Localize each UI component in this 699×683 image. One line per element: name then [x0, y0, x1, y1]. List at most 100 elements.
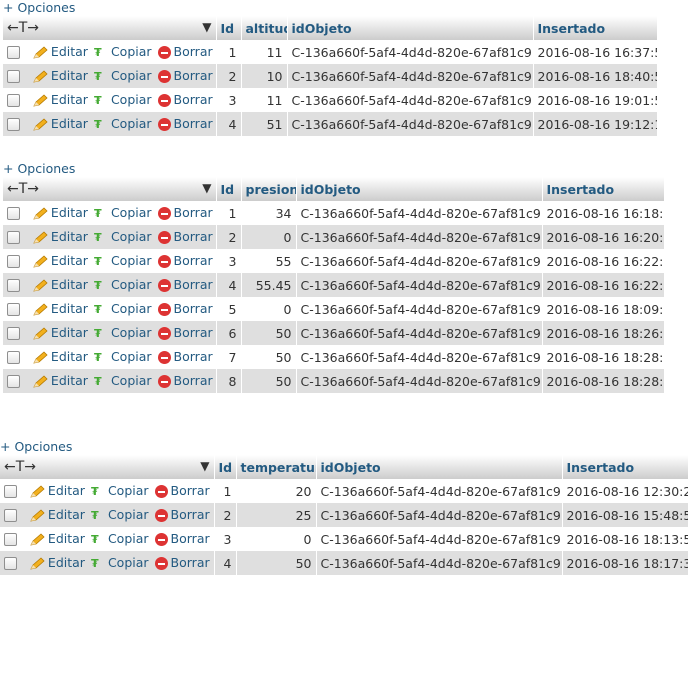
edit-button[interactable]: Editar: [29, 531, 85, 546]
delete-button[interactable]: Borrar: [157, 301, 213, 317]
edit-button[interactable]: Editar: [32, 44, 88, 59]
delete-button[interactable]: Borrar: [157, 68, 213, 84]
table-row[interactable]: Editar ₮ Copiar Borrar 1 20 C-136a660f-5af4-4d…: [0, 479, 689, 503]
table-row[interactable]: Editar ₮ Copiar Borrar 3 11 C-136a660f-5af4-4d…: [3, 88, 658, 112]
table-row[interactable]: Editar ₮ Copiar Borrar 1 34 C-136a660f-5af4-4d…: [3, 201, 665, 225]
options-toggle[interactable]: + Opciones: [3, 161, 665, 177]
edit-button[interactable]: Editar: [32, 205, 88, 220]
row-checkbox[interactable]: [4, 557, 17, 571]
header-value[interactable]: presion: [241, 177, 297, 201]
edit-button[interactable]: Editar: [32, 301, 88, 316]
table-row[interactable]: Editar ₮ Copiar Borrar 6 50 C-136a660f-5af4-4d…: [3, 321, 665, 345]
row-checkbox[interactable]: [7, 375, 20, 389]
header-insertado[interactable]: Insertado: [562, 455, 689, 479]
copy-button[interactable]: ₮ Copiar: [91, 555, 149, 570]
edit-button[interactable]: Editar: [29, 555, 85, 570]
row-checkbox[interactable]: [7, 303, 20, 317]
column-arrows[interactable]: ←T→: [7, 181, 39, 197]
header-id[interactable]: Id: [216, 177, 242, 201]
delete-button[interactable]: Borrar: [157, 229, 213, 245]
edit-button[interactable]: Editar: [32, 373, 88, 388]
header-value[interactable]: altitud: [241, 16, 288, 40]
row-checkbox[interactable]: [7, 327, 20, 341]
sort-dropdown-icon[interactable]: ▼: [202, 20, 211, 34]
column-controls[interactable]: ←T→ ▼: [0, 455, 215, 479]
row-checkbox[interactable]: [4, 533, 17, 547]
edit-button[interactable]: Editar: [29, 507, 85, 522]
edit-button[interactable]: Editar: [32, 229, 88, 244]
delete-button[interactable]: Borrar: [157, 44, 213, 60]
delete-button[interactable]: Borrar: [157, 349, 213, 365]
delete-button[interactable]: Borrar: [157, 373, 213, 389]
row-checkbox[interactable]: [7, 70, 20, 84]
table-row[interactable]: Editar ₮ Copiar Borrar 3 0 C-136a660f-5af4-4d4…: [0, 527, 689, 551]
edit-button[interactable]: Editar: [32, 116, 88, 131]
delete-button[interactable]: Borrar: [157, 253, 213, 269]
table-row[interactable]: Editar ₮ Copiar Borrar 4 55.45 C-136a660f-5af4…: [3, 273, 665, 297]
table-row[interactable]: Editar ₮ Copiar Borrar 2 25 C-136a660f-5af4-4d…: [0, 503, 689, 527]
copy-button[interactable]: ₮ Copiar: [91, 531, 149, 546]
copy-button[interactable]: ₮ Copiar: [94, 373, 152, 388]
copy-button[interactable]: ₮ Copiar: [91, 507, 149, 522]
options-toggle[interactable]: + Opciones: [3, 0, 658, 16]
copy-button[interactable]: ₮ Copiar: [94, 92, 152, 107]
row-checkbox[interactable]: [7, 207, 20, 221]
edit-button[interactable]: Editar: [32, 92, 88, 107]
copy-button[interactable]: ₮ Copiar: [94, 301, 152, 316]
table-row[interactable]: Editar ₮ Copiar Borrar 5 0 C-136a660f-5af4-4d4…: [3, 297, 665, 321]
sort-dropdown-icon[interactable]: ▼: [202, 181, 211, 195]
copy-button[interactable]: ₮ Copiar: [94, 229, 152, 244]
delete-button[interactable]: Borrar: [154, 531, 210, 547]
options-toggle[interactable]: + Opciones: [0, 439, 689, 455]
edit-button[interactable]: Editar: [32, 253, 88, 268]
edit-button[interactable]: Editar: [32, 325, 88, 340]
copy-button[interactable]: ₮ Copiar: [94, 205, 152, 220]
delete-button[interactable]: Borrar: [157, 325, 213, 341]
copy-button[interactable]: ₮ Copiar: [94, 253, 152, 268]
table-row[interactable]: Editar ₮ Copiar Borrar 2 0 C-136a660f-5af4-4d4…: [3, 225, 665, 249]
row-checkbox[interactable]: [4, 485, 17, 499]
delete-button[interactable]: Borrar: [154, 483, 210, 499]
table-row[interactable]: Editar ₮ Copiar Borrar 1 11 C-136a660f-5af4-4d…: [3, 40, 658, 64]
column-arrows[interactable]: ←T→: [7, 20, 39, 36]
copy-button[interactable]: ₮ Copiar: [94, 325, 152, 340]
header-insertado[interactable]: Insertado: [542, 177, 665, 201]
copy-button[interactable]: ₮ Copiar: [94, 277, 152, 292]
sort-dropdown-icon[interactable]: ▼: [200, 459, 209, 473]
copy-button[interactable]: ₮ Copiar: [94, 44, 152, 59]
delete-button[interactable]: Borrar: [157, 277, 213, 293]
row-checkbox[interactable]: [4, 509, 17, 523]
delete-button[interactable]: Borrar: [157, 92, 213, 108]
edit-button[interactable]: Editar: [32, 277, 88, 292]
delete-button[interactable]: Borrar: [154, 507, 210, 523]
copy-button[interactable]: ₮ Copiar: [94, 116, 152, 131]
row-checkbox[interactable]: [7, 279, 20, 293]
header-value[interactable]: temperatura: [236, 455, 317, 479]
copy-button[interactable]: ₮ Copiar: [91, 483, 149, 498]
table-row[interactable]: Editar ₮ Copiar Borrar 4 50 C-136a660f-5af4-4d…: [0, 551, 689, 575]
edit-button[interactable]: Editar: [32, 349, 88, 364]
row-checkbox[interactable]: [7, 118, 20, 132]
table-row[interactable]: Editar ₮ Copiar Borrar 3 55 C-136a660f-5af4-4d…: [3, 249, 665, 273]
table-row[interactable]: Editar ₮ Copiar Borrar 2 10 C-136a660f-5af4-4d…: [3, 64, 658, 88]
row-checkbox[interactable]: [7, 94, 20, 108]
edit-button[interactable]: Editar: [29, 483, 85, 498]
column-arrows[interactable]: ←T→: [4, 459, 36, 475]
header-idobjeto[interactable]: idObjeto: [296, 177, 543, 201]
delete-button[interactable]: Borrar: [154, 555, 210, 571]
table-row[interactable]: Editar ₮ Copiar Borrar 8 50 C-136a660f-5af4-4d…: [3, 369, 665, 393]
table-row[interactable]: Editar ₮ Copiar Borrar 4 51 C-136a660f-5af4-4d…: [3, 112, 658, 136]
column-controls[interactable]: ←T→ ▼: [3, 177, 217, 201]
row-checkbox[interactable]: [7, 255, 20, 269]
header-idobjeto[interactable]: idObjeto: [316, 455, 563, 479]
column-controls[interactable]: ←T→ ▼: [3, 16, 217, 40]
header-idobjeto[interactable]: idObjeto: [287, 16, 534, 40]
header-id[interactable]: Id: [214, 455, 237, 479]
copy-button[interactable]: ₮ Copiar: [94, 68, 152, 83]
row-checkbox[interactable]: [7, 231, 20, 245]
row-checkbox[interactable]: [7, 351, 20, 365]
header-insertado[interactable]: Insertado: [533, 16, 658, 40]
row-checkbox[interactable]: [7, 46, 20, 60]
edit-button[interactable]: Editar: [32, 68, 88, 83]
copy-button[interactable]: ₮ Copiar: [94, 349, 152, 364]
